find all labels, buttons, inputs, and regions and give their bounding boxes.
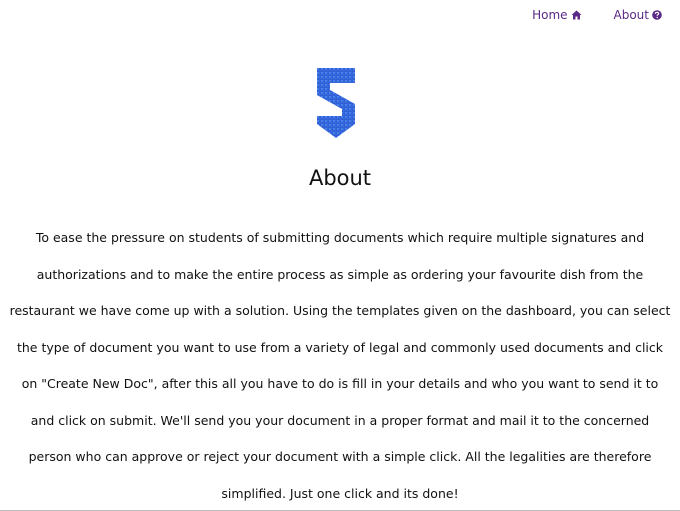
home-icon — [571, 10, 582, 20]
about-label: About — [613, 8, 649, 22]
home-link[interactable]: Home — [532, 8, 582, 22]
top-nav: Home About — [532, 8, 662, 22]
page-title: About — [308, 166, 372, 190]
home-label: Home — [532, 8, 568, 22]
about-link[interactable]: About — [614, 8, 662, 22]
about-description: To ease the pressure on students of subm… — [9, 230, 671, 501]
question-circle-icon — [652, 10, 662, 20]
s-shield-logo — [317, 68, 355, 138]
